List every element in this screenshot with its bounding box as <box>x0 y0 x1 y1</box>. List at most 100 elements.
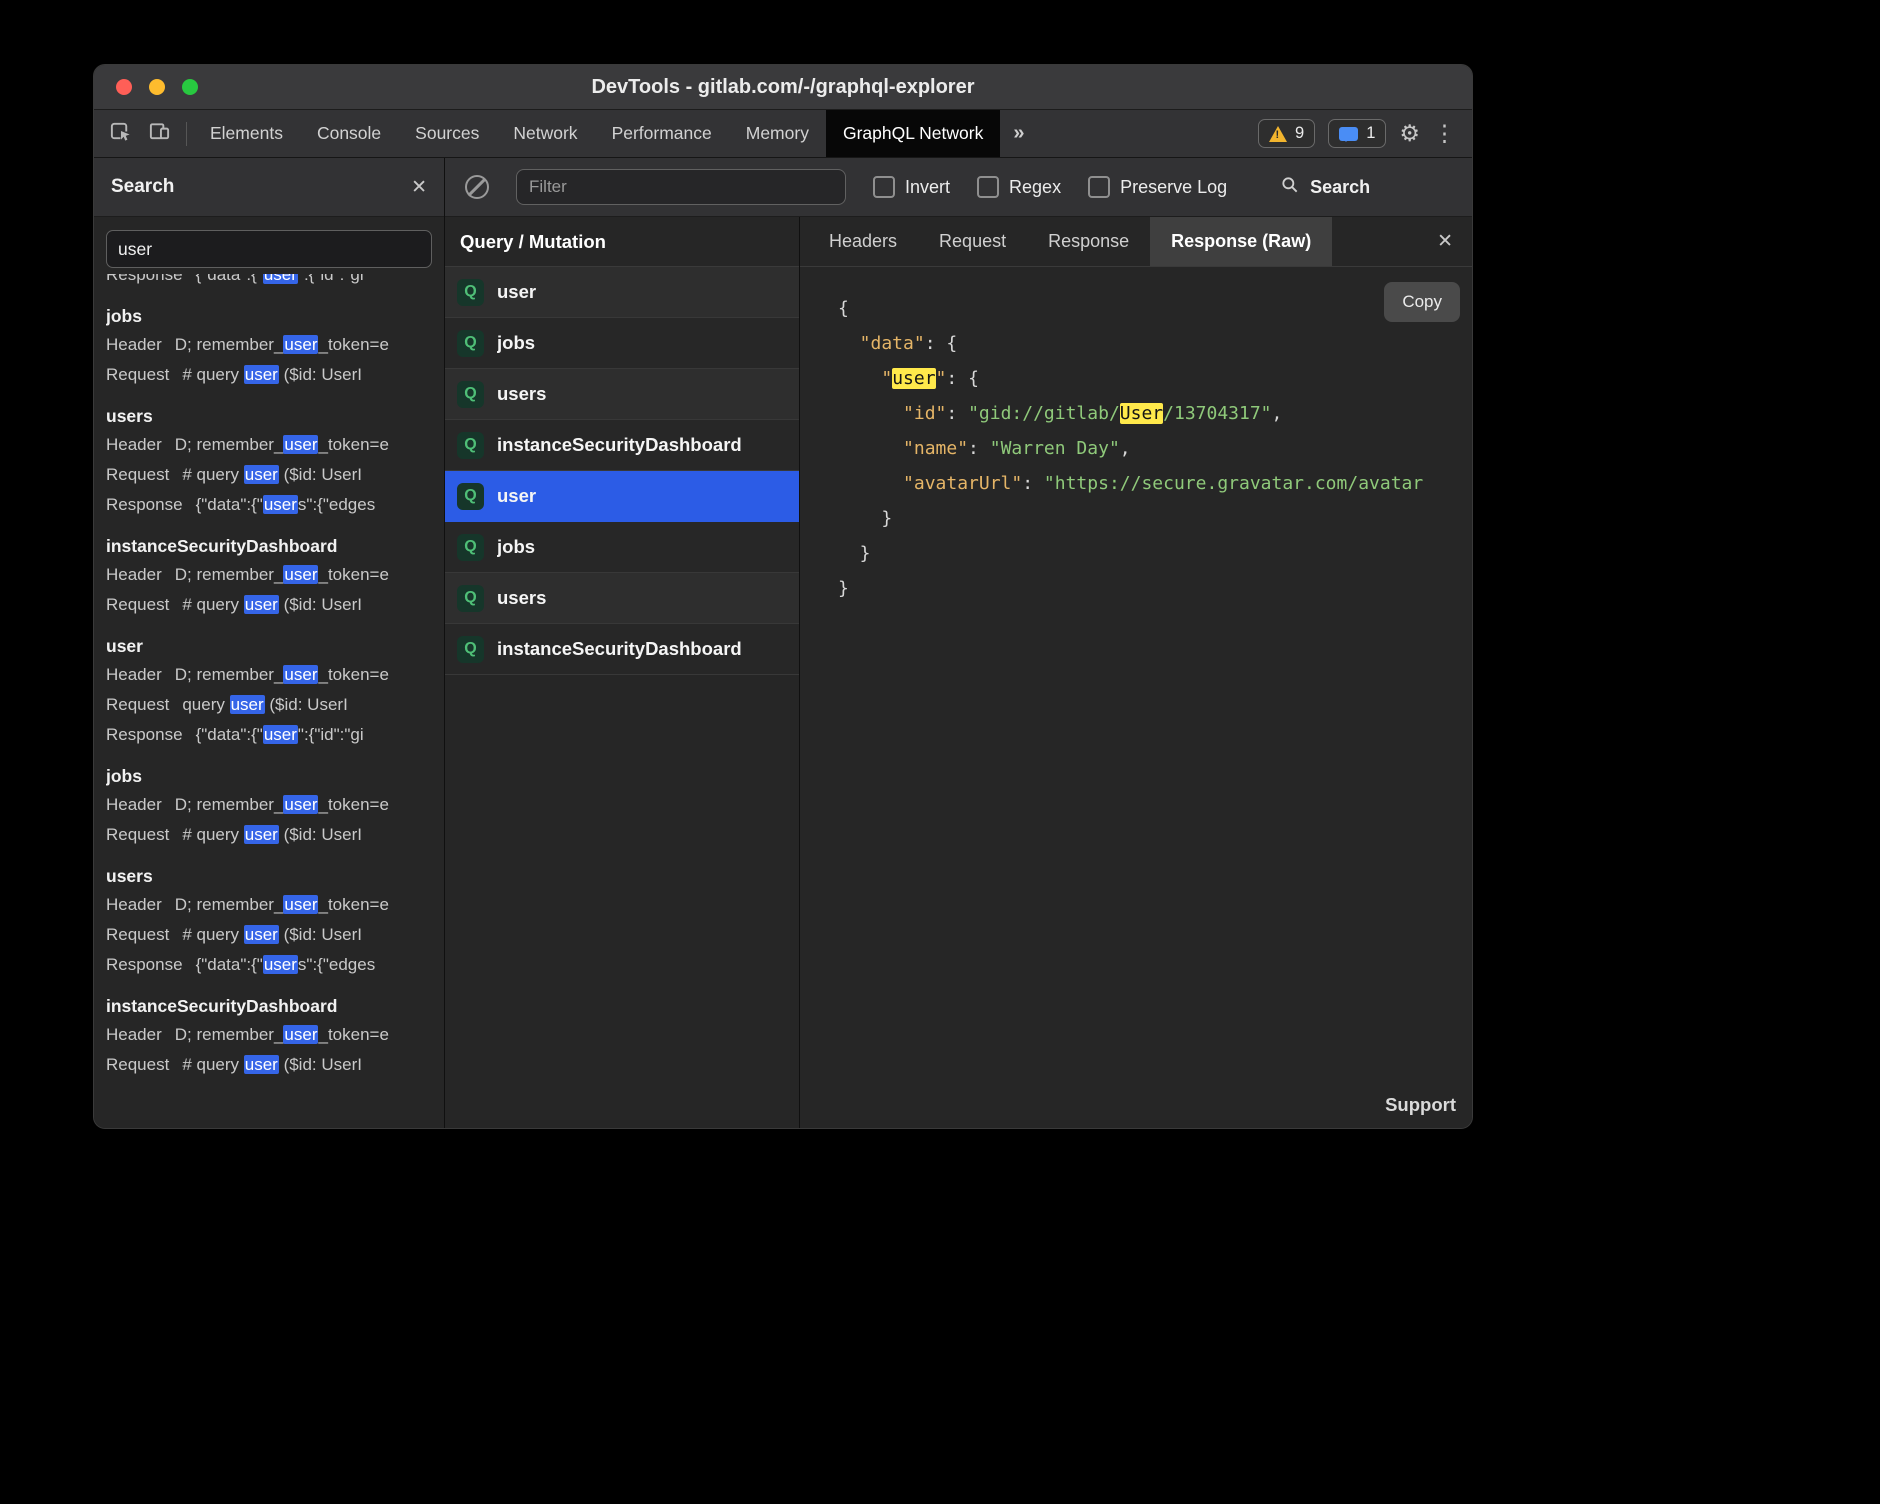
minimize-window-button[interactable] <box>149 79 165 95</box>
search-result-line[interactable]: HeaderD; remember_user_token=e <box>106 330 444 360</box>
close-window-button[interactable] <box>116 79 132 95</box>
query-list-item[interactable]: Quser <box>445 471 799 522</box>
search-result-text: {"data":{" <box>196 725 263 744</box>
zoom-window-button[interactable] <box>182 79 198 95</box>
query-list: QuserQjobsQusersQinstanceSecurityDashboa… <box>445 267 799 675</box>
search-result-line[interactable]: Response{"data":{"users":{"edges <box>106 490 444 520</box>
json-token: : <box>946 368 968 389</box>
warning-count: 9 <box>1295 124 1304 143</box>
search-result-line[interactable]: Request# query user ($id: UserI <box>106 460 444 490</box>
inspect-element-icon[interactable] <box>109 120 132 148</box>
response-tabs: HeadersRequestResponseResponse (Raw) <box>808 217 1332 266</box>
json-token: "avatarUrl" <box>903 473 1022 494</box>
devtools-tab-performance[interactable]: Performance <box>595 110 729 157</box>
clear-requests-icon[interactable] <box>465 175 489 199</box>
devtools-tabs: ElementsConsoleSourcesNetworkPerformance… <box>193 110 1000 157</box>
search-result-text: ($id: UserI <box>279 1055 362 1074</box>
query-item-label: users <box>497 383 546 405</box>
query-list-item[interactable]: Qjobs <box>445 522 799 573</box>
messages-badge[interactable]: 1 <box>1328 119 1386 148</box>
search-result-line[interactable]: HeaderD; remember_user_token=e <box>106 1020 444 1050</box>
search-match-highlight: user <box>244 465 279 484</box>
search-result-section: usersHeaderD; remember_user_token=eReque… <box>106 397 444 520</box>
support-link[interactable]: Support <box>1385 1094 1456 1116</box>
query-mutation-panel: Query / Mutation QuserQjobsQusersQinstan… <box>445 217 800 1128</box>
search-result-line[interactable]: HeaderD; remember_user_token=e <box>106 430 444 460</box>
query-list-item[interactable]: Qjobs <box>445 318 799 369</box>
search-match-highlight: user <box>283 565 318 584</box>
devtools-tab-elements[interactable]: Elements <box>193 110 300 157</box>
preserve-log-label: Preserve Log <box>1120 177 1227 198</box>
network-area: Invert Regex Preserve Log <box>445 158 1472 1128</box>
settings-gear-icon[interactable]: ⚙ <box>1399 122 1420 145</box>
search-result-text: ":{"id":"gi <box>298 725 364 744</box>
more-tabs-button[interactable]: » <box>1000 110 1037 157</box>
search-result-line[interactable]: Request# query user ($id: UserI <box>106 920 444 950</box>
json-token: "data" <box>860 333 925 354</box>
devtools-tab-network[interactable]: Network <box>496 110 594 157</box>
search-result-line[interactable]: Request# query user ($id: UserI <box>106 590 444 620</box>
search-result-line[interactable]: Requestquery user ($id: UserI <box>106 690 444 720</box>
devtools-tab-memory[interactable]: Memory <box>729 110 826 157</box>
json-token: " <box>881 368 892 389</box>
search-result-text: # query <box>182 465 243 484</box>
json-token: "name" <box>903 438 968 459</box>
devtools-tab-console[interactable]: Console <box>300 110 398 157</box>
window-title: DevTools - gitlab.com/-/graphql-explorer <box>94 65 1472 109</box>
copy-button[interactable]: Copy <box>1384 282 1460 322</box>
search-result-line[interactable]: Response{"data":{"user":{"id":"gi <box>106 720 444 750</box>
filter-input[interactable] <box>516 169 846 205</box>
search-result-line[interactable]: Response{"data":{"users":{"edges <box>106 950 444 980</box>
response-tab-headers[interactable]: Headers <box>808 217 918 266</box>
search-result-line[interactable]: HeaderD; remember_user_token=e <box>106 560 444 590</box>
query-list-item[interactable]: Quser <box>445 267 799 318</box>
warnings-badge[interactable]: 9 <box>1258 119 1315 148</box>
search-input[interactable] <box>106 230 432 268</box>
response-tab-response-raw[interactable]: Response (Raw) <box>1150 217 1332 266</box>
query-list-item[interactable]: QinstanceSecurityDashboard <box>445 624 799 675</box>
close-search-icon[interactable]: ✕ <box>411 176 427 199</box>
search-result-text: D; remember_ <box>175 435 284 454</box>
search-result-section: usersHeaderD; remember_user_token=eReque… <box>106 857 444 980</box>
query-mutation-header: Query / Mutation <box>445 217 799 267</box>
search-match-highlight: user <box>244 825 279 844</box>
response-tab-response[interactable]: Response <box>1027 217 1150 266</box>
query-list-item[interactable]: QinstanceSecurityDashboard <box>445 420 799 471</box>
devtools-tab-graphql-network[interactable]: GraphQL Network <box>826 110 1000 157</box>
json-token: "id" <box>903 403 946 424</box>
search-result-line[interactable]: Request# query user ($id: UserI <box>106 360 444 390</box>
search-result-text: {"data":{" <box>196 495 263 514</box>
query-list-item[interactable]: Qusers <box>445 573 799 624</box>
query-list-item[interactable]: Qusers <box>445 369 799 420</box>
preserve-log-checkbox[interactable]: Preserve Log <box>1088 176 1227 198</box>
search-results: Response{"data":{"user":{"id":"gijobsHea… <box>94 274 444 1128</box>
search-result-text: _token=e <box>318 435 388 454</box>
search-match-highlight: user <box>283 665 318 684</box>
kebab-menu-icon[interactable]: ⋮ <box>1433 122 1456 145</box>
json-line: } <box>838 501 1472 536</box>
search-result-line[interactable]: Request# query user ($id: UserI <box>106 820 444 850</box>
search-result-text: D; remember_ <box>175 795 284 814</box>
regex-checkbox[interactable]: Regex <box>977 176 1061 198</box>
json-token: { <box>838 298 849 319</box>
toolbar-left-icons <box>94 110 186 157</box>
search-result-line[interactable]: HeaderD; remember_user_token=e <box>106 790 444 820</box>
close-response-icon[interactable]: ✕ <box>1418 217 1472 266</box>
screen: DevTools - gitlab.com/-/graphql-explorer <box>0 0 1880 1504</box>
toolbar-right: 9 1 ⚙ ⋮ <box>1258 110 1472 157</box>
invert-checkbox[interactable]: Invert <box>873 176 950 198</box>
search-result-group-title: jobs <box>106 757 444 790</box>
devtools-tab-sources[interactable]: Sources <box>398 110 496 157</box>
search-result-line[interactable]: HeaderD; remember_user_token=e <box>106 890 444 920</box>
search-result-line[interactable]: Response{"data":{"user":{"id":"gi <box>106 274 444 290</box>
response-tab-request[interactable]: Request <box>918 217 1027 266</box>
panels: Query / Mutation QuserQjobsQusersQinstan… <box>445 217 1472 1128</box>
query-item-label: user <box>497 281 536 303</box>
search-result-line[interactable]: Request# query user ($id: UserI <box>106 1050 444 1080</box>
query-badge-icon: Q <box>457 534 484 561</box>
json-line: "name": "Warren Day", <box>838 431 1472 466</box>
device-toolbar-icon[interactable] <box>148 120 171 148</box>
search-result-line[interactable]: HeaderD; remember_user_token=e <box>106 660 444 690</box>
search-result-text: _token=e <box>318 895 388 914</box>
search-toggle-button[interactable]: Search <box>1280 175 1370 200</box>
